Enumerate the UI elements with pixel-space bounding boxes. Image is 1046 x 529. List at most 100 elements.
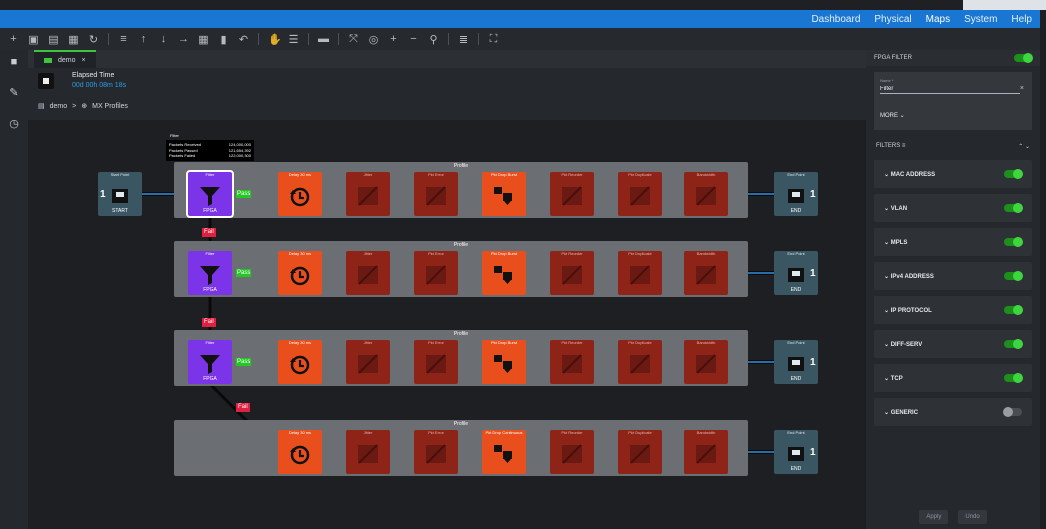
zoom-in-icon[interactable]: + <box>388 33 399 45</box>
nav-physical[interactable]: Physical <box>874 14 911 25</box>
save-as-icon[interactable]: ▤ <box>48 33 59 46</box>
disabled-icon <box>630 354 650 374</box>
export-icon[interactable]: ▦ <box>68 33 79 46</box>
filter-toggle[interactable] <box>1003 407 1022 417</box>
disabled-node[interactable]: Pkt Duplicate <box>618 251 662 295</box>
filter-row[interactable]: ⌄ IP PROTOCOL <box>874 296 1032 324</box>
packet-drop-node[interactable]: Pkt Drop Burst <box>482 251 526 295</box>
filter-row[interactable]: ⌄ MPLS <box>874 228 1032 256</box>
center-icon[interactable]: ◎ <box>368 33 379 46</box>
stop-button[interactable] <box>38 73 54 89</box>
delay-node[interactable]: Delay 30 ms <box>278 430 322 474</box>
filter-row[interactable]: ⌄ GENERIC <box>874 398 1032 426</box>
clock-icon <box>290 445 310 465</box>
filter-toggle[interactable] <box>1004 203 1023 213</box>
disabled-node[interactable]: Pkt Reorder <box>550 251 594 295</box>
disabled-node[interactable]: Pkt Reorder <box>550 340 594 384</box>
arrow-down-icon[interactable]: ↓ <box>158 33 169 45</box>
add-icon[interactable]: + <box>8 33 19 45</box>
filter-node[interactable]: Filter FPGA <box>188 340 232 384</box>
disabled-node[interactable]: Bandwidth <box>684 172 728 216</box>
save-icon[interactable]: ▣ <box>28 33 39 46</box>
disabled-node[interactable]: Pkt Duplicate <box>618 172 662 216</box>
disabled-node[interactable]: Pkt Error <box>414 251 458 295</box>
filter-row[interactable]: ⌄ VLAN <box>874 194 1032 222</box>
close-icon[interactable]: × <box>82 57 86 64</box>
disabled-node[interactable]: Pkt Duplicate <box>618 430 662 474</box>
undo-button[interactable]: Undo <box>958 510 987 524</box>
disabled-node[interactable]: Bandwidth <box>684 251 728 295</box>
arrow-up-icon[interactable]: ↑ <box>138 33 149 45</box>
disabled-node[interactable]: Bandwidth <box>684 340 728 384</box>
chevron-down-icon[interactable]: ⌄ <box>1025 144 1030 150</box>
undo-icon[interactable]: ↶ <box>238 33 249 46</box>
disabled-node[interactable]: Pkt Error <box>414 340 458 384</box>
disabled-node[interactable]: Pkt Error <box>414 430 458 474</box>
list-icon[interactable]: ☰ <box>288 33 299 46</box>
chevron-up-icon[interactable]: ⌃ <box>1018 144 1023 150</box>
filter-node[interactable]: Filter FPGA <box>186 170 234 218</box>
nav-system[interactable]: System <box>964 14 997 25</box>
delay-node[interactable]: Delay 30 ms <box>278 251 322 295</box>
disabled-node[interactable]: Jitter <box>346 251 390 295</box>
filter-toggle[interactable] <box>1004 305 1023 315</box>
arrow-right-icon[interactable]: → <box>178 33 189 45</box>
clear-icon[interactable]: × <box>1020 85 1024 92</box>
disabled-node[interactable]: Pkt Error <box>414 172 458 216</box>
filter-toggle[interactable] <box>1004 373 1023 383</box>
end-point-node[interactable]: End Point END 1 <box>774 430 818 474</box>
disabled-node[interactable]: Bandwidth <box>684 430 728 474</box>
folder-icon[interactable]: ■ <box>11 56 18 68</box>
filter-toggle[interactable] <box>1004 271 1023 281</box>
delay-node[interactable]: Delay 30 ms <box>278 340 322 384</box>
map-canvas[interactable]: Profile Filter FPGA Pass Delay 30 ms Jitter Pk… <box>28 120 866 529</box>
filter-node[interactable]: Filter FPGA <box>188 251 232 295</box>
name-input[interactable] <box>880 84 1020 94</box>
filter-toggle[interactable] <box>1004 169 1023 179</box>
packet-drop-node[interactable]: Pkt Drop Continuous <box>482 430 526 474</box>
delay-node[interactable]: Delay 30 ms <box>278 172 322 216</box>
filter-list-icon[interactable]: ≡ <box>902 143 906 149</box>
refresh-icon[interactable]: ↻ <box>88 33 99 46</box>
filter-row[interactable]: ⌄ TCP <box>874 364 1032 392</box>
disabled-node[interactable]: Pkt Duplicate <box>618 340 662 384</box>
expand-icon[interactable]: ⛶ <box>488 33 499 46</box>
disabled-node[interactable]: Pkt Reorder <box>550 430 594 474</box>
history-icon[interactable]: ◷ <box>9 117 19 130</box>
disabled-node[interactable]: Jitter <box>346 340 390 384</box>
link-icon[interactable]: ▬ <box>318 33 329 45</box>
end-point-node[interactable]: End Point END 1 <box>774 340 818 384</box>
tab-demo[interactable]: demo × <box>34 50 96 68</box>
zoom-out-icon[interactable]: − <box>408 33 419 45</box>
packet-drop-node[interactable]: Pkt Drop Burst <box>482 340 526 384</box>
end-point-node[interactable]: End Point END 1 <box>774 172 818 216</box>
fail-badge: Fail <box>236 403 250 412</box>
delete-icon[interactable]: ▮ <box>218 33 229 46</box>
nav-maps[interactable]: Maps <box>926 14 950 25</box>
hand-icon[interactable]: ✋ <box>268 33 282 46</box>
node-title: Bandwidth <box>696 251 716 256</box>
align-icon[interactable]: ≡ <box>118 33 129 45</box>
filter-row[interactable]: ⌄ DIFF-SERV <box>874 330 1032 358</box>
end-point-node[interactable]: End Point END 1 <box>774 251 818 295</box>
zoom-icon[interactable]: ⚲ <box>428 33 439 46</box>
nav-help[interactable]: Help <box>1011 14 1032 25</box>
fit-icon[interactable]: ⤧ <box>348 33 359 46</box>
wrench-icon[interactable]: ✎ <box>9 86 18 99</box>
grid-icon[interactable]: ▦ <box>198 33 209 46</box>
nav-dashboard[interactable]: Dashboard <box>811 14 860 25</box>
filter-toggle[interactable] <box>1004 339 1023 349</box>
filter-row[interactable]: ⌄ IPv4 ADDRESS <box>874 262 1032 290</box>
filter-row[interactable]: ⌄ MAC ADDRESS <box>874 160 1032 188</box>
fpga-filter-toggle[interactable] <box>1014 53 1033 63</box>
more-button[interactable]: MORE ⌄ <box>880 112 905 119</box>
disabled-node[interactable]: Jitter <box>346 172 390 216</box>
start-point-node[interactable]: Start Point START 1 <box>98 172 142 216</box>
disabled-node[interactable]: Jitter <box>346 430 390 474</box>
packet-drop-node[interactable]: Pkt Drop Burst <box>482 172 526 216</box>
disabled-node[interactable]: Pkt Reorder <box>550 172 594 216</box>
menu-icon[interactable]: ≣ <box>458 33 469 46</box>
breadcrumb-root[interactable]: demo <box>50 103 68 110</box>
filter-toggle[interactable] <box>1004 237 1023 247</box>
apply-button[interactable]: Apply <box>919 510 949 524</box>
